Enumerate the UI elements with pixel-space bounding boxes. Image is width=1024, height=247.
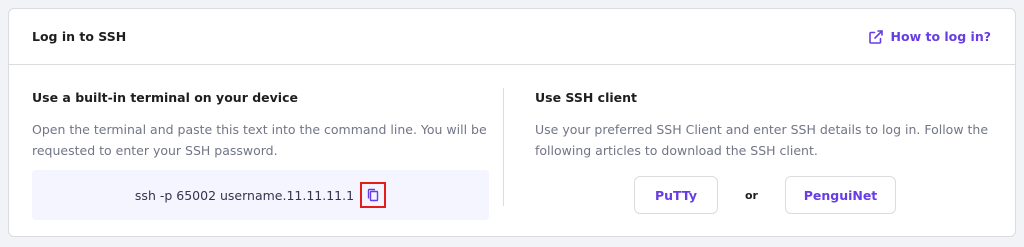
ssh-command-text: ssh -p 65002 username.11.11.11.1 <box>134 187 355 203</box>
how-to-log-in-link[interactable]: How to log in? <box>868 29 991 45</box>
builtin-terminal-section: Use a built-in terminal on your device O… <box>9 65 512 236</box>
help-link-label: How to log in? <box>890 29 991 44</box>
builtin-terminal-title: Use a built-in terminal on your device <box>32 90 298 105</box>
section-divider <box>503 88 504 206</box>
card-header: Log in to SSH How to log in? <box>9 9 1015 65</box>
ssh-client-options: PuTTy or PenguiNet <box>535 176 991 214</box>
copy-icon <box>366 188 380 202</box>
builtin-terminal-description: Open the terminal and paste this text in… <box>32 122 487 158</box>
copy-command-button[interactable] <box>360 182 387 208</box>
ssh-command-box: ssh -p 65002 username.11.11.11.1 <box>32 170 489 220</box>
ssh-client-section: Use SSH client Use your preferred SSH Cl… <box>512 65 1015 236</box>
ssh-login-card: Log in to SSH How to log in? Use a built… <box>8 8 1016 237</box>
ssh-client-description: Use your preferred SSH Client and enter … <box>535 122 989 158</box>
penguinet-button[interactable]: PenguiNet <box>785 176 896 214</box>
putty-button[interactable]: PuTTy <box>634 176 718 214</box>
external-link-icon <box>868 29 884 45</box>
card-title: Log in to SSH <box>32 29 127 44</box>
ssh-client-title: Use SSH client <box>535 90 638 105</box>
card-body: Use a built-in terminal on your device O… <box>9 65 1015 236</box>
or-separator: or <box>745 188 758 202</box>
